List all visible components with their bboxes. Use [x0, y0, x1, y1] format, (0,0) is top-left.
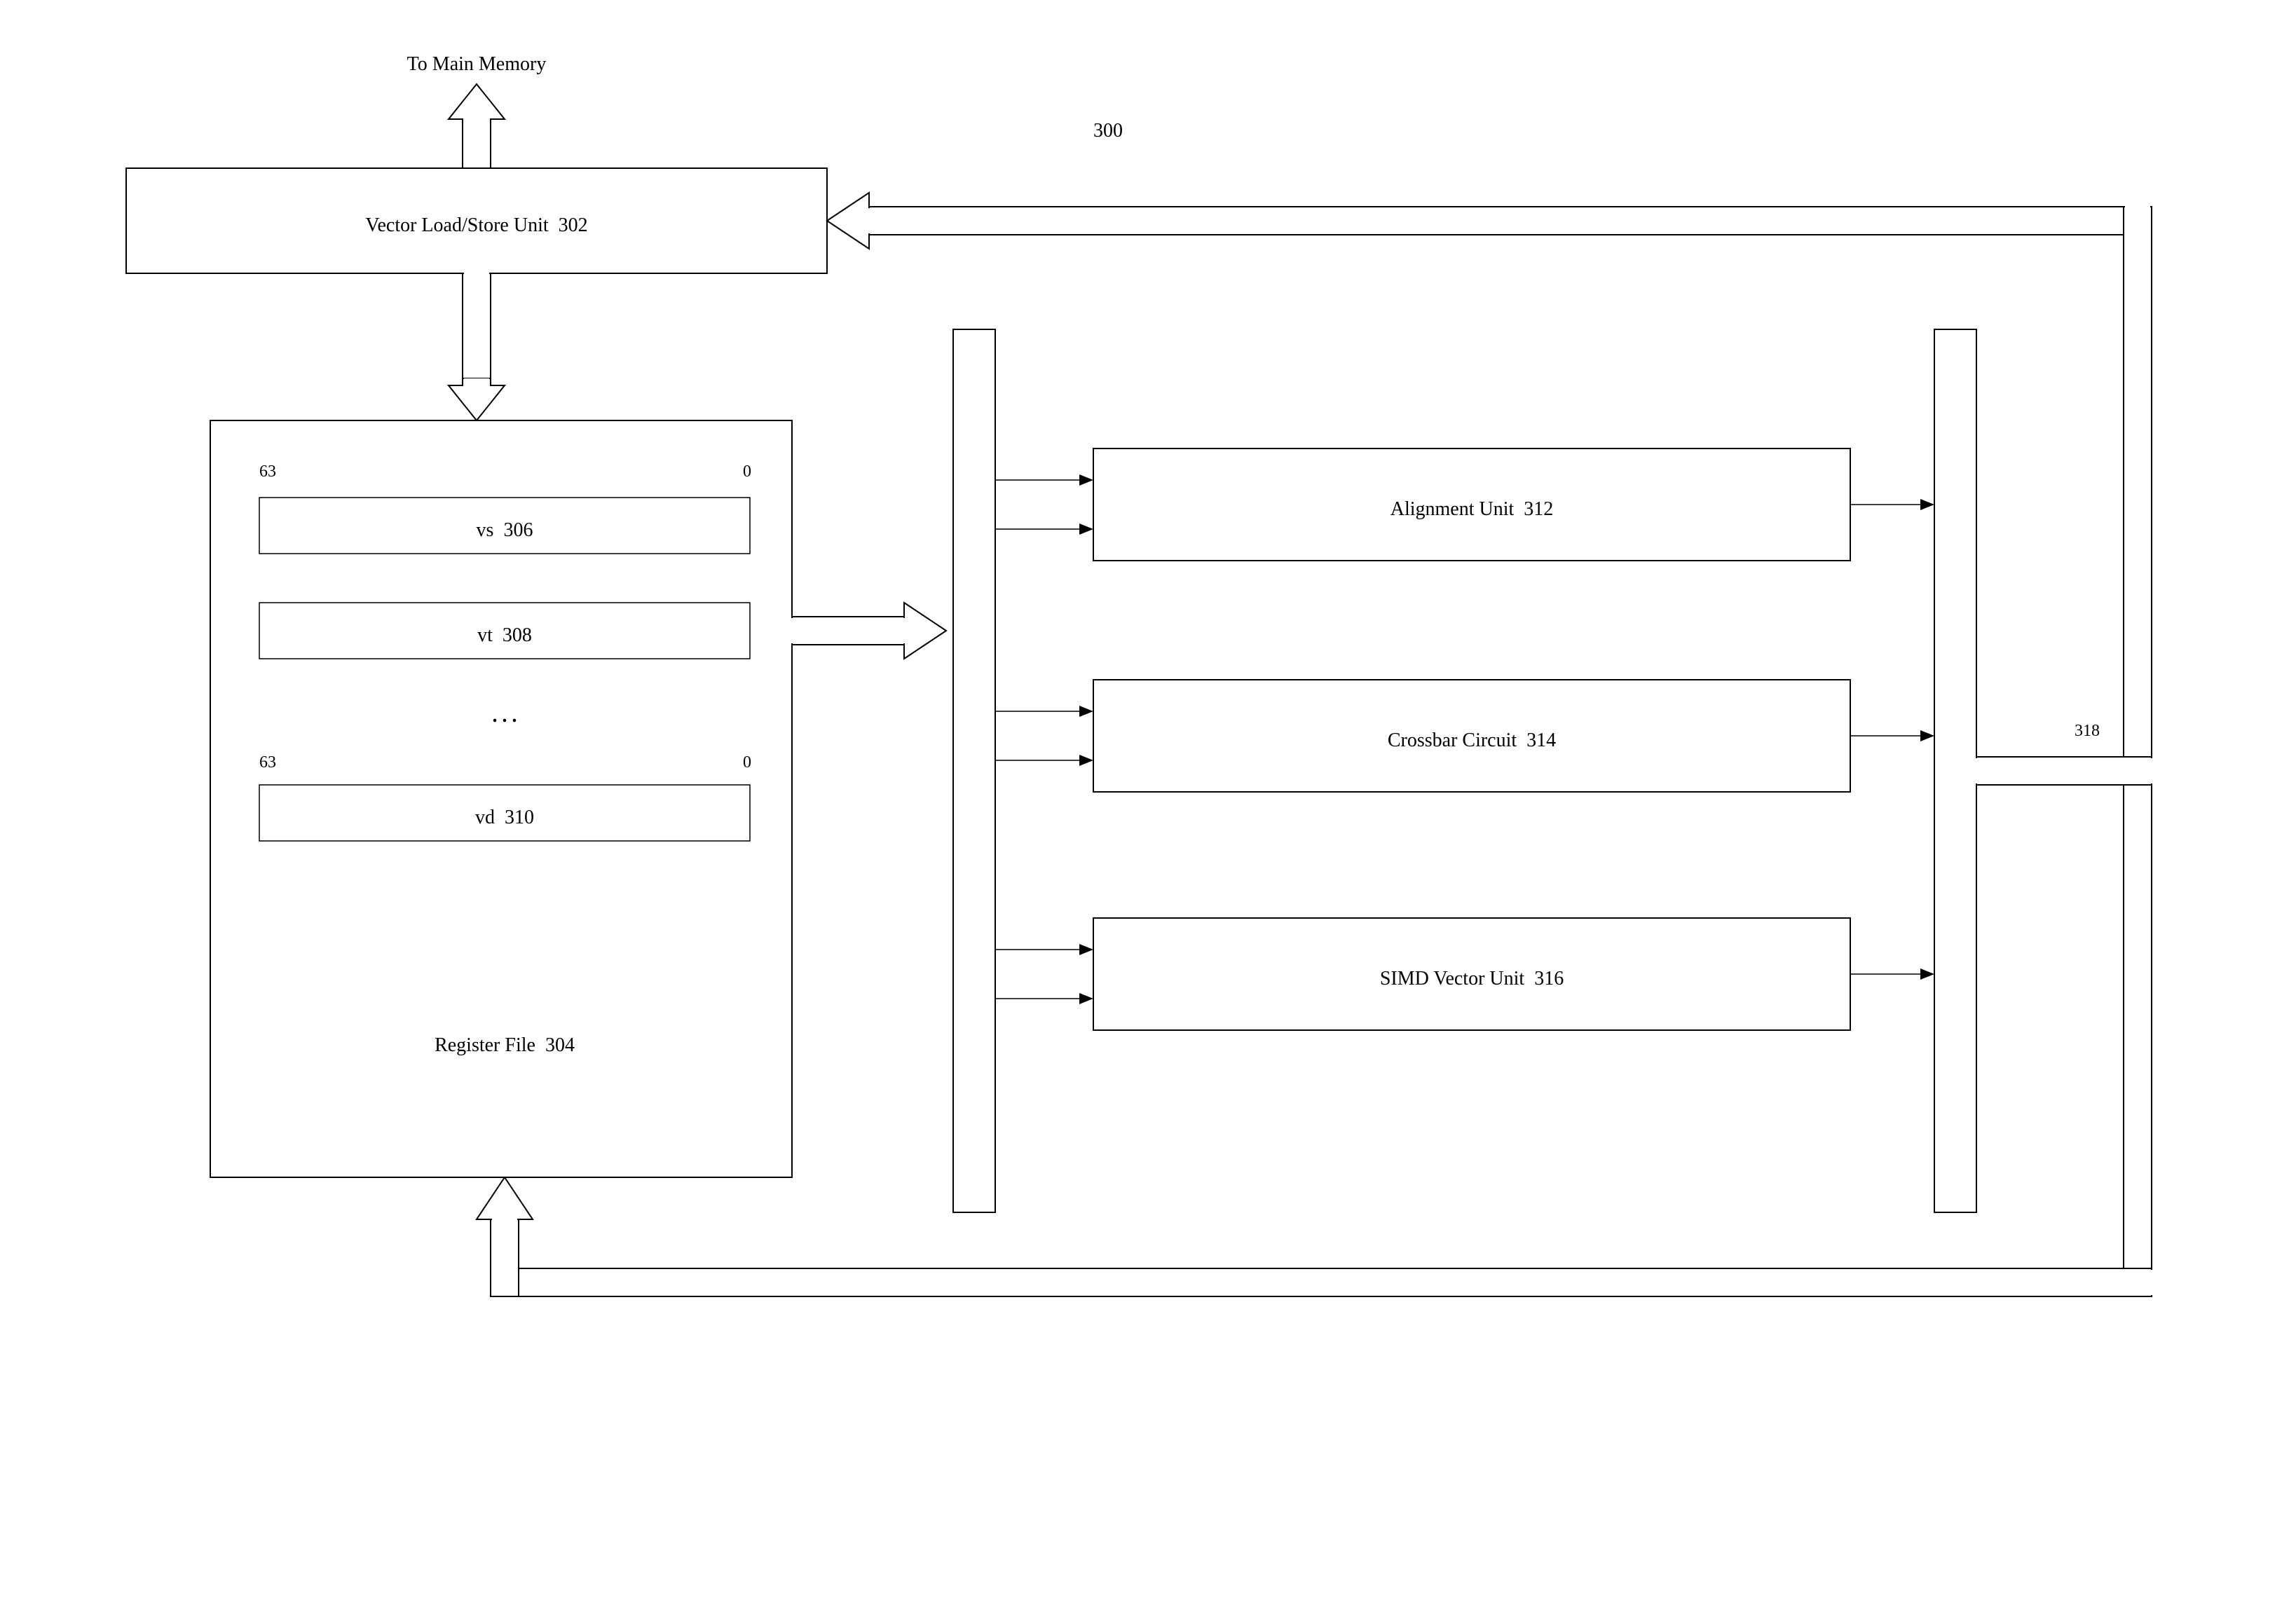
- feedback-bottom-pipe: [491, 1268, 2152, 1296]
- simd-unit-label: SIMD Vector Unit 316: [1380, 968, 1564, 989]
- reg-vs-label: vs 306: [477, 519, 533, 541]
- rf-lsb-top: 0: [743, 463, 751, 481]
- rf-ellipsis: . . .: [493, 705, 517, 727]
- feedback-right-pipe: [2124, 207, 2152, 1296]
- input-bus: [953, 329, 995, 1212]
- units-to-outbus-arrows: [1850, 499, 1934, 980]
- vlsu-label: Vector Load/Store Unit 302: [365, 214, 587, 236]
- diagram-canvas: 300 To Main Memory Vector Load/Store Uni…: [0, 0, 2296, 1623]
- bus-to-units-arrows: [995, 474, 1093, 1004]
- output-bus: [1934, 329, 1976, 1212]
- diagram-id: 300: [1093, 120, 1123, 142]
- output-bus-id: 318: [2075, 722, 2100, 740]
- vlsu-to-rf-shaft: [463, 273, 491, 385]
- feedback-top-pipe: [862, 207, 2152, 235]
- reg-vt-label: vt 308: [477, 624, 532, 646]
- alignment-unit-label: Alignment Unit 312: [1390, 498, 1554, 520]
- rf-msb-bottom: 63: [259, 753, 276, 772]
- crossbar-circuit-label: Crossbar Circuit 314: [1388, 730, 1556, 751]
- rf-msb-top: 63: [259, 463, 276, 481]
- register-file-label: Register File 304: [435, 1034, 575, 1056]
- arrow-vlsu-to-memory: [449, 84, 505, 168]
- rf-lsb-bottom: 0: [743, 753, 751, 772]
- reg-vd-label: vd 310: [475, 807, 534, 828]
- main-memory-label: To Main Memory: [407, 53, 547, 75]
- rf-to-bus-shaft: [792, 617, 911, 645]
